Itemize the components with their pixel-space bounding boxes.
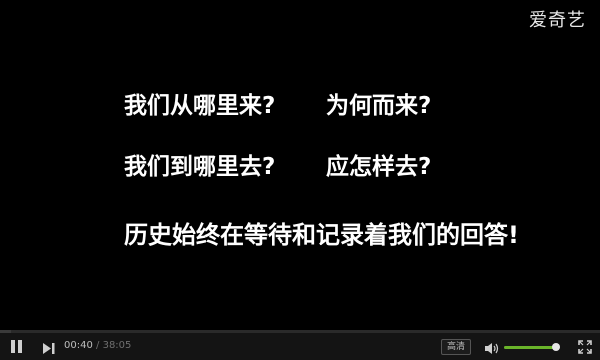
total-duration: 38:05 bbox=[102, 340, 132, 351]
volume-slider[interactable] bbox=[504, 343, 561, 351]
pause-icon bbox=[11, 340, 15, 353]
subtitle-line1-left: 我们从哪里来? bbox=[124, 93, 276, 119]
volume-level bbox=[504, 346, 557, 349]
time-display: 00:40 / 38:05 bbox=[64, 340, 131, 351]
pause-button[interactable] bbox=[10, 340, 24, 353]
subtitle-line1-right: 为何而来? bbox=[326, 93, 432, 119]
player-control-bar: 00:40 / 38:05 高清 bbox=[0, 333, 600, 360]
pause-icon-bar bbox=[18, 340, 22, 353]
quality-button[interactable]: 高清 bbox=[441, 339, 471, 355]
speaker-icon bbox=[485, 343, 499, 354]
volume-handle[interactable] bbox=[552, 343, 561, 351]
subtitle-line3: 历史始终在等待和记录着我们的回答! bbox=[124, 221, 519, 249]
current-time: 00:40 bbox=[64, 340, 93, 351]
subtitle-line2-right: 应怎样去? bbox=[326, 154, 432, 180]
next-button[interactable] bbox=[42, 340, 56, 354]
fullscreen-button[interactable] bbox=[578, 339, 592, 354]
subtitle-line2-left: 我们到哪里去? bbox=[124, 154, 276, 180]
video-area[interactable]: 爱奇艺 我们从哪里来? 为何而来? 我们到哪里去? 应怎样去? 历史始终在等待和… bbox=[0, 0, 600, 331]
next-icon bbox=[43, 343, 55, 354]
volume-button[interactable] bbox=[484, 340, 500, 354]
iqiyi-watermark-logo: 爱奇艺 bbox=[529, 10, 586, 31]
time-separator: / bbox=[96, 340, 100, 351]
fullscreen-icon bbox=[578, 340, 592, 354]
